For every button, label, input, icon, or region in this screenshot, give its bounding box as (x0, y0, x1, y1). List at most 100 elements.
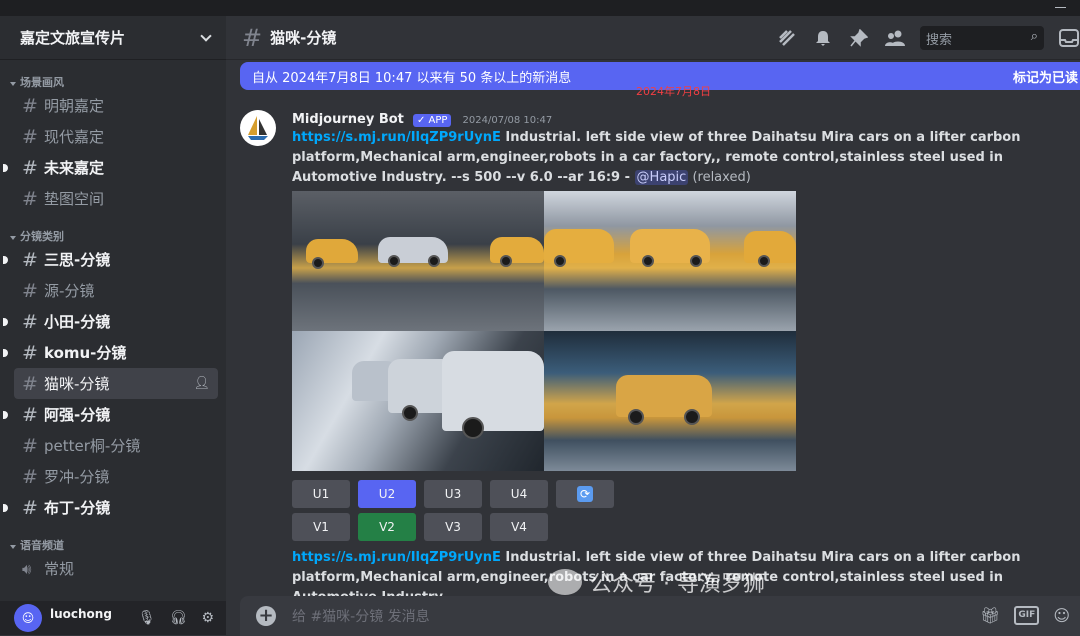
unread-indicator (3, 318, 8, 326)
bell-icon[interactable] (812, 27, 834, 49)
hash-icon: # (22, 310, 38, 333)
search-input[interactable]: 搜索 ⌕ (920, 26, 1044, 50)
chevron-down-icon (10, 236, 16, 240)
sidebar-item-channel[interactable]: # 阿强-分镜 (3, 399, 218, 430)
sidebar-item-channel[interactable]: # 未来嘉定 (3, 152, 218, 183)
u4-button[interactable]: U4 (490, 480, 548, 508)
category-label: 场景画风 (20, 76, 64, 89)
search-placeholder: 搜索 (926, 33, 953, 48)
unread-indicator (3, 504, 8, 512)
category-header[interactable]: 分镜类别 (0, 220, 226, 244)
mark-as-read-button[interactable]: 标记为已读 (1013, 67, 1078, 86)
sidebar-item-channel[interactable]: # 小田-分镜 (3, 306, 218, 337)
channel-name: komu-分镜 (44, 344, 127, 362)
reroll-button[interactable]: ⟳ (556, 480, 614, 508)
search-icon: ⌕ (1030, 29, 1038, 44)
unread-indicator (3, 256, 8, 264)
sidebar-item-channel[interactable]: # 源-分镜 (14, 275, 218, 306)
hash-icon: # (22, 279, 38, 302)
prompt-link[interactable]: https://s.mj.run/IlqZP9rUynE (292, 130, 501, 145)
generated-image-4[interactable] (544, 331, 796, 471)
channel-name: petter桐-分镜 (44, 437, 141, 455)
hash-icon: # (22, 341, 38, 364)
sidebar-item-channel[interactable]: # 罗冲-分镜 (14, 461, 218, 492)
generated-image-3[interactable] (292, 331, 544, 471)
channel-name: 垫图空间 (44, 190, 105, 208)
bot-avatar[interactable] (240, 110, 276, 146)
channel-name: 小田-分镜 (44, 313, 111, 331)
page-title: 猫咪-分镜 (270, 29, 337, 47)
sidebar-item-channel[interactable]: # 布丁-分镜 (3, 492, 218, 523)
date-divider: 2024年7月8日 (636, 85, 711, 98)
banner-text: 自从 2024年7月8日 10:47 以来有 50 条以上的新消息 (252, 70, 572, 86)
u3-button[interactable]: U3 (424, 480, 482, 508)
sidebar-item-channel[interactable]: # 垫图空间 (14, 183, 218, 214)
prompt-link-2[interactable]: https://s.mj.run/IlqZP9rUynE (292, 550, 501, 565)
u1-button[interactable]: U1 (292, 480, 350, 508)
message-author[interactable]: Midjourney Bot (292, 112, 404, 127)
sidebar-item-channel[interactable]: # 现代嘉定 (14, 121, 218, 152)
refresh-icon: ⟳ (577, 486, 593, 502)
v4-button[interactable]: V4 (490, 513, 548, 541)
gift-icon[interactable]: 🎁︎ (980, 606, 1000, 625)
composer-placeholder: 给 #猫咪-分镜 发消息 (292, 609, 430, 625)
add-attachment-icon[interactable]: + (256, 606, 276, 626)
username: luochong (50, 607, 112, 621)
avatar[interactable]: ☺ (14, 604, 42, 632)
sidebar-item-channel[interactable]: 🔊︎ 常规 (14, 553, 218, 584)
sidebar-item-channel[interactable]: # 明朝嘉定 (14, 90, 218, 121)
upscale-buttons: U1 U2 U3 U4 ⟳ (292, 480, 614, 508)
user-mention[interactable]: @Hapic (634, 170, 689, 185)
v2-button[interactable]: V2 (358, 513, 416, 541)
gear-icon[interactable]: ⚙ (201, 610, 214, 626)
channel-name: 三思-分镜 (44, 251, 111, 269)
category-header[interactable]: 语音频道 (0, 529, 226, 553)
unread-indicator (3, 411, 8, 419)
chat-area: # 猫咪-分镜 搜索 ⌕ 自从 2024年7月8日 10:47 以来有 50 条… (226, 16, 1080, 636)
channel-sidebar: 嘉定文旅宣传片 场景画风 # 明朝嘉定 # 现代嘉定 # 未来嘉定 # 垫图空间 分镜类别 # 三思-… (0, 16, 226, 635)
v1-button[interactable]: V1 (292, 513, 350, 541)
u2-button[interactable]: U2 (358, 480, 416, 508)
hash-icon: # (22, 372, 38, 395)
v3-button[interactable]: V3 (424, 513, 482, 541)
generated-image-2[interactable] (544, 191, 796, 331)
headphones-icon[interactable]: 🎧︎ (170, 610, 188, 626)
chevron-down-icon (10, 82, 16, 86)
channel-name: 常规 (44, 560, 75, 578)
microphone-icon[interactable]: 🎙︎ (138, 610, 156, 626)
hash-icon: # (22, 434, 38, 457)
sidebar-item-channel[interactable]: # petter桐-分镜 (14, 430, 218, 461)
sidebar-item-channel[interactable]: # 猫咪-分镜 👤︎ (14, 368, 218, 399)
member-list-icon[interactable] (884, 27, 906, 49)
chevron-down-icon (200, 29, 212, 42)
server-header[interactable]: 嘉定文旅宣传片 (0, 16, 226, 60)
channel-name: 罗冲-分镜 (44, 468, 110, 486)
channel-name: 猫咪-分镜 (44, 375, 110, 393)
message-composer[interactable]: + 给 #猫咪-分镜 发消息 🎁︎ GIF ☺ (240, 596, 1080, 636)
inbox-icon[interactable] (1058, 27, 1080, 49)
invite-member-icon[interactable]: 👤︎ (193, 376, 210, 391)
hash-icon: # (242, 23, 263, 52)
sidebar-item-channel[interactable]: # komu-分镜 (3, 337, 218, 368)
channel-name: 现代嘉定 (44, 128, 105, 146)
hash-icon: # (22, 496, 38, 519)
server-name: 嘉定文旅宣传片 (20, 29, 126, 47)
hash-icon: # (22, 403, 38, 426)
channel-name: 源-分镜 (44, 282, 95, 300)
hash-icon: # (22, 187, 38, 210)
pin-icon[interactable] (848, 27, 870, 49)
minimize-icon[interactable] (1055, 7, 1066, 8)
hash-icon: # (22, 125, 38, 148)
variation-buttons: V1 V2 V3 V4 (292, 513, 548, 541)
category-label: 分镜类别 (20, 230, 64, 243)
channel-name: 明朝嘉定 (44, 97, 105, 115)
sidebar-item-channel[interactable]: # 三思-分镜 (3, 244, 218, 275)
chevron-down-icon (10, 545, 16, 549)
category-header[interactable]: 场景画风 (0, 66, 226, 90)
generated-image-1[interactable] (292, 191, 544, 331)
gif-icon[interactable]: GIF (1014, 606, 1040, 625)
image-grid[interactable] (292, 191, 796, 471)
hash-icon: # (22, 248, 38, 271)
sticker-icon[interactable]: ☺ (1053, 606, 1070, 625)
threads-icon[interactable] (776, 27, 798, 49)
